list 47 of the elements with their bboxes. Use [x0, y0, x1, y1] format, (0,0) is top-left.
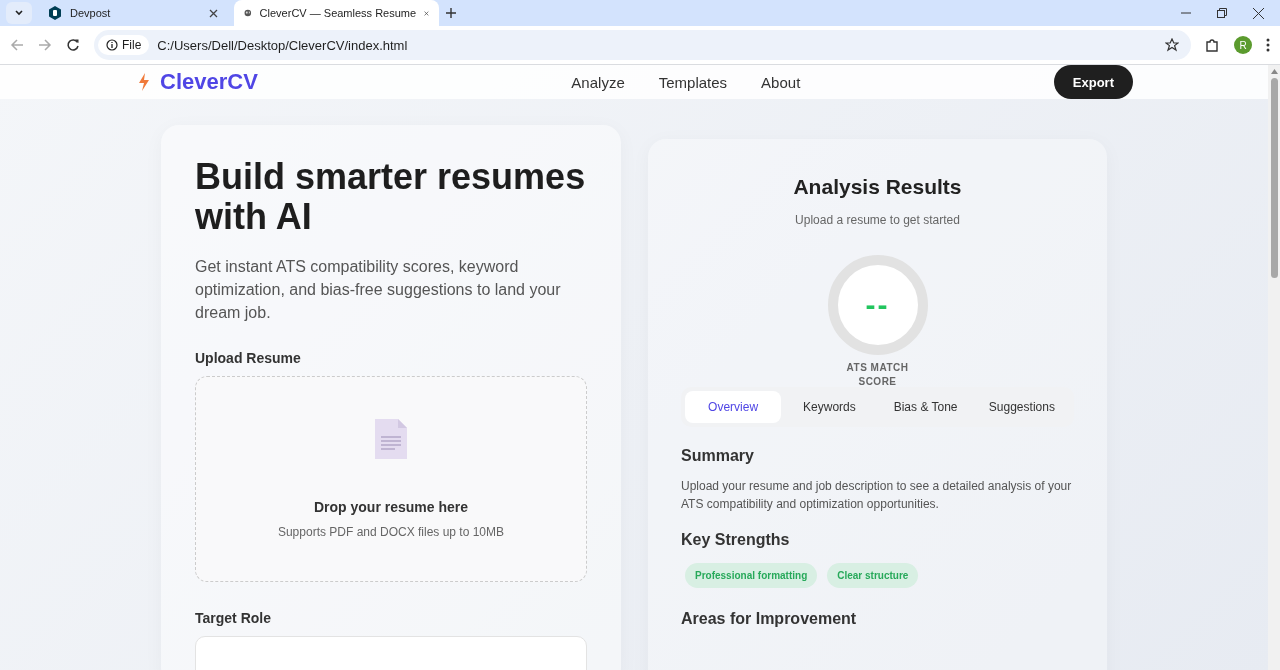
reload-icon[interactable] — [66, 38, 80, 52]
dropzone-title: Drop your resume here — [313, 499, 469, 515]
section-heading: Summary — [681, 447, 755, 465]
document-icon — [375, 419, 407, 459]
field-label: Upload Resume — [195, 350, 302, 366]
hero-title: Build smarter resumes with AI — [195, 157, 587, 237]
section-heading: Key Strengths — [681, 531, 791, 549]
tab-search-button[interactable] — [6, 2, 32, 24]
results-subtitle: Upload a resume to get started — [794, 213, 961, 227]
export-button[interactable]: Export — [1053, 65, 1133, 99]
restore-icon[interactable] — [1217, 8, 1227, 18]
info-icon — [106, 39, 118, 51]
score-value: -- — [865, 288, 890, 322]
nav-link[interactable]: Templates — [658, 73, 728, 91]
nav-link[interactable]: Analyze — [571, 73, 625, 91]
section-heading: Areas for Improvement — [681, 610, 858, 628]
results-tab[interactable]: Suggestions — [973, 391, 1070, 423]
strength-tag: Professional formatting — [685, 563, 818, 588]
star-icon[interactable] — [1165, 38, 1179, 52]
upload-dropzone[interactable]: Drop your resume here Supports PDF and DOCX files up to 10MB — [195, 376, 587, 582]
lightning-icon — [138, 73, 150, 91]
caret-icon — [14, 8, 24, 18]
scroll-up-icon[interactable] — [1270, 69, 1278, 74]
results-tab[interactable]: Keywords — [781, 391, 878, 423]
strength-tag: Clear structure — [827, 563, 919, 588]
address-bar[interactable]: File C:/Users/Dell/Desktop/CleverCV/index.html — [94, 30, 1191, 60]
close-icon[interactable] — [1253, 7, 1264, 19]
browser-tab[interactable]: CleverCV — Seamless Resume — [234, 0, 439, 26]
dropzone-hint: Supports PDF and DOCX files up to 10MB — [277, 525, 505, 539]
url-text: C:/Users/Dell/Desktop/CleverCV/index.html — [157, 37, 408, 53]
results-tab[interactable]: Bias & Tone — [877, 391, 974, 423]
results-tab[interactable]: Overview — [685, 391, 782, 423]
results-title: Analysis Results — [792, 175, 963, 199]
score-label: ATS MATCH SCORE — [845, 361, 910, 389]
logo-text[interactable]: CleverCV — [160, 69, 258, 95]
menu-icon[interactable] — [1266, 38, 1270, 52]
nav-link[interactable]: About — [761, 73, 801, 91]
browser-tab[interactable]: Devpost — [38, 0, 228, 26]
new-tab-icon[interactable] — [445, 7, 457, 19]
site-info-chip[interactable]: File — [98, 35, 150, 55]
field-label: Target Role — [195, 610, 272, 626]
devpost-icon — [48, 6, 62, 20]
hero-subtitle: Get instant ATS compatibility scores, keyword optimization, and bias-free suggestions to land your dream job. — [195, 257, 562, 323]
role-input-field[interactable] — [195, 636, 587, 670]
close-icon[interactable] — [209, 8, 218, 18]
scrollbar-thumb[interactable] — [1270, 78, 1278, 278]
summary-text: Upload your resume and job description to see a detailed analysis of your ATS compatibility and optimization opportunities. — [681, 478, 1073, 513]
